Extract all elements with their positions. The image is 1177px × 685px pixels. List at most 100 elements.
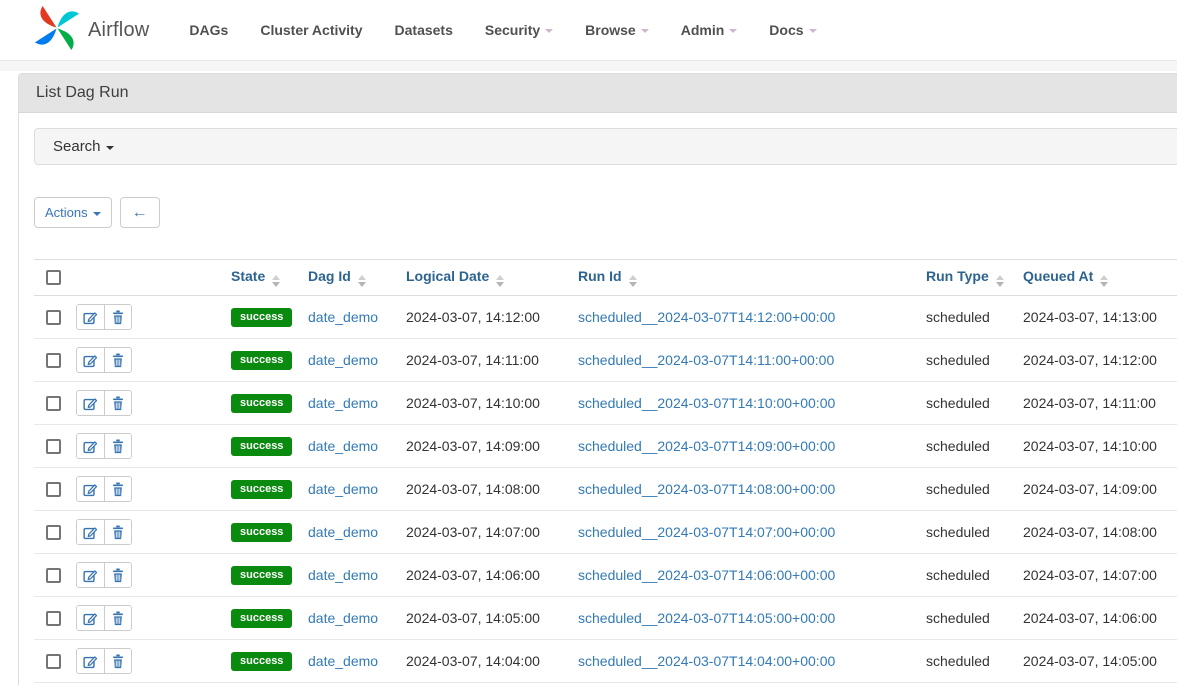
row-checkbox[interactable] <box>46 568 61 583</box>
run-id-link[interactable]: scheduled__2024-03-07T14:11:00+00:00 <box>578 352 834 368</box>
column-header-dag-id[interactable]: Dag Id <box>308 260 406 296</box>
row-actions-cell <box>76 511 231 554</box>
table-row: success date_demo 2024-03-07, 14:05:00 s… <box>34 597 1177 640</box>
state-cell: success <box>231 554 308 597</box>
status-badge: success <box>231 308 292 327</box>
delete-button[interactable] <box>104 348 131 372</box>
row-checkbox[interactable] <box>46 310 61 325</box>
row-select-cell <box>34 425 76 468</box>
queued-at-cell: 2024-03-07, 14:11:00 <box>1023 382 1177 425</box>
run-id-link[interactable]: scheduled__2024-03-07T14:07:00+00:00 <box>578 524 835 540</box>
edit-button[interactable] <box>77 434 104 458</box>
edit-button[interactable] <box>77 391 104 415</box>
run-id-cell: scheduled__2024-03-07T14:07:00+00:00 <box>578 511 926 554</box>
row-checkbox[interactable] <box>46 439 61 454</box>
row-actions-cell <box>76 425 231 468</box>
airflow-brand[interactable]: Airflow <box>34 5 149 56</box>
run-id-cell: scheduled__2024-03-07T14:09:00+00:00 <box>578 425 926 468</box>
back-button[interactable]: ← <box>120 197 160 228</box>
row-checkbox[interactable] <box>46 525 61 540</box>
edit-button[interactable] <box>77 606 104 630</box>
nav-item-docs[interactable]: Docs <box>753 12 832 48</box>
column-header-run-type[interactable]: Run Type <box>926 260 1023 296</box>
row-checkbox[interactable] <box>46 353 61 368</box>
nav-item-datasets[interactable]: Datasets <box>379 12 469 48</box>
state-cell: success <box>231 511 308 554</box>
state-cell: success <box>231 425 308 468</box>
nav-item-dags[interactable]: DAGs <box>173 12 244 48</box>
delete-button[interactable] <box>104 520 131 544</box>
delete-button[interactable] <box>104 391 131 415</box>
edit-button[interactable] <box>77 563 104 587</box>
delete-button[interactable] <box>104 563 131 587</box>
logical-date-cell: 2024-03-07, 14:04:00 <box>406 640 578 683</box>
page-substrip <box>0 61 1177 71</box>
column-header-state[interactable]: State <box>231 260 308 296</box>
dag-id-link[interactable]: date_demo <box>308 352 378 368</box>
edit-button[interactable] <box>77 477 104 501</box>
run-id-cell: scheduled__2024-03-07T14:11:00+00:00 <box>578 339 926 382</box>
actions-button[interactable]: Actions <box>34 197 112 228</box>
row-actions-cell <box>76 382 231 425</box>
edit-pencil-icon <box>83 525 98 540</box>
run-type-cell: scheduled <box>926 597 1023 640</box>
dag-id-cell: date_demo <box>308 597 406 640</box>
row-select-cell <box>34 296 76 339</box>
state-cell: success <box>231 339 308 382</box>
row-actions-cell <box>76 468 231 511</box>
airflow-pinwheel-icon <box>34 5 80 56</box>
run-id-link[interactable]: scheduled__2024-03-07T14:05:00+00:00 <box>578 610 835 626</box>
search-toggle[interactable]: Search <box>34 128 1177 165</box>
dag-id-link[interactable]: date_demo <box>308 653 378 669</box>
dag-id-link[interactable]: date_demo <box>308 438 378 454</box>
column-header-run-id[interactable]: Run Id <box>578 260 926 296</box>
run-id-link[interactable]: scheduled__2024-03-07T14:12:00+00:00 <box>578 309 835 325</box>
edit-button[interactable] <box>77 348 104 372</box>
row-actions-cell <box>76 554 231 597</box>
run-id-cell: scheduled__2024-03-07T14:12:00+00:00 <box>578 296 926 339</box>
row-select-cell <box>34 640 76 683</box>
row-checkbox[interactable] <box>46 654 61 669</box>
dag-id-link[interactable]: date_demo <box>308 309 378 325</box>
list-dag-run-panel: List Dag Run Search Actions ← <box>18 73 1177 685</box>
edit-button[interactable] <box>77 520 104 544</box>
dag-id-link[interactable]: date_demo <box>308 481 378 497</box>
edit-button[interactable] <box>77 305 104 329</box>
sort-icon <box>629 275 637 287</box>
logical-date-cell: 2024-03-07, 14:05:00 <box>406 597 578 640</box>
delete-button[interactable] <box>104 477 131 501</box>
row-checkbox[interactable] <box>46 396 61 411</box>
dag-id-cell: date_demo <box>308 511 406 554</box>
column-header-queued-at[interactable]: Queued At <box>1023 260 1177 296</box>
run-type-cell: scheduled <box>926 382 1023 425</box>
delete-button[interactable] <box>104 305 131 329</box>
nav-item-admin[interactable]: Admin <box>665 12 754 48</box>
run-id-link[interactable]: scheduled__2024-03-07T14:09:00+00:00 <box>578 438 835 454</box>
run-id-link[interactable]: scheduled__2024-03-07T14:10:00+00:00 <box>578 395 835 411</box>
dag-id-link[interactable]: date_demo <box>308 395 378 411</box>
row-checkbox[interactable] <box>46 611 61 626</box>
delete-button[interactable] <box>104 606 131 630</box>
column-header-logical-date[interactable]: Logical Date <box>406 260 578 296</box>
dag-id-link[interactable]: date_demo <box>308 610 378 626</box>
nav-item-browse[interactable]: Browse <box>569 12 665 48</box>
nav-menu: DAGsCluster ActivityDatasetsSecurityBrow… <box>173 12 832 48</box>
sort-icon <box>1100 275 1108 287</box>
select-all-checkbox[interactable] <box>46 270 61 285</box>
nav-item-cluster-activity[interactable]: Cluster Activity <box>244 12 378 48</box>
dag-id-link[interactable]: date_demo <box>308 567 378 583</box>
delete-button[interactable] <box>104 649 131 673</box>
dag-id-cell: date_demo <box>308 425 406 468</box>
dag-id-link[interactable]: date_demo <box>308 524 378 540</box>
row-checkbox[interactable] <box>46 482 61 497</box>
run-id-link[interactable]: scheduled__2024-03-07T14:04:00+00:00 <box>578 653 835 669</box>
delete-button[interactable] <box>104 434 131 458</box>
run-id-cell: scheduled__2024-03-07T14:05:00+00:00 <box>578 597 926 640</box>
nav-item-security[interactable]: Security <box>469 12 569 48</box>
run-type-cell: scheduled <box>926 425 1023 468</box>
table-row: success date_demo 2024-03-07, 14:06:00 s… <box>34 554 1177 597</box>
edit-button[interactable] <box>77 649 104 673</box>
run-id-link[interactable]: scheduled__2024-03-07T14:06:00+00:00 <box>578 567 835 583</box>
table-body: success date_demo 2024-03-07, 14:12:00 s… <box>34 296 1177 685</box>
run-id-link[interactable]: scheduled__2024-03-07T14:08:00+00:00 <box>578 481 835 497</box>
